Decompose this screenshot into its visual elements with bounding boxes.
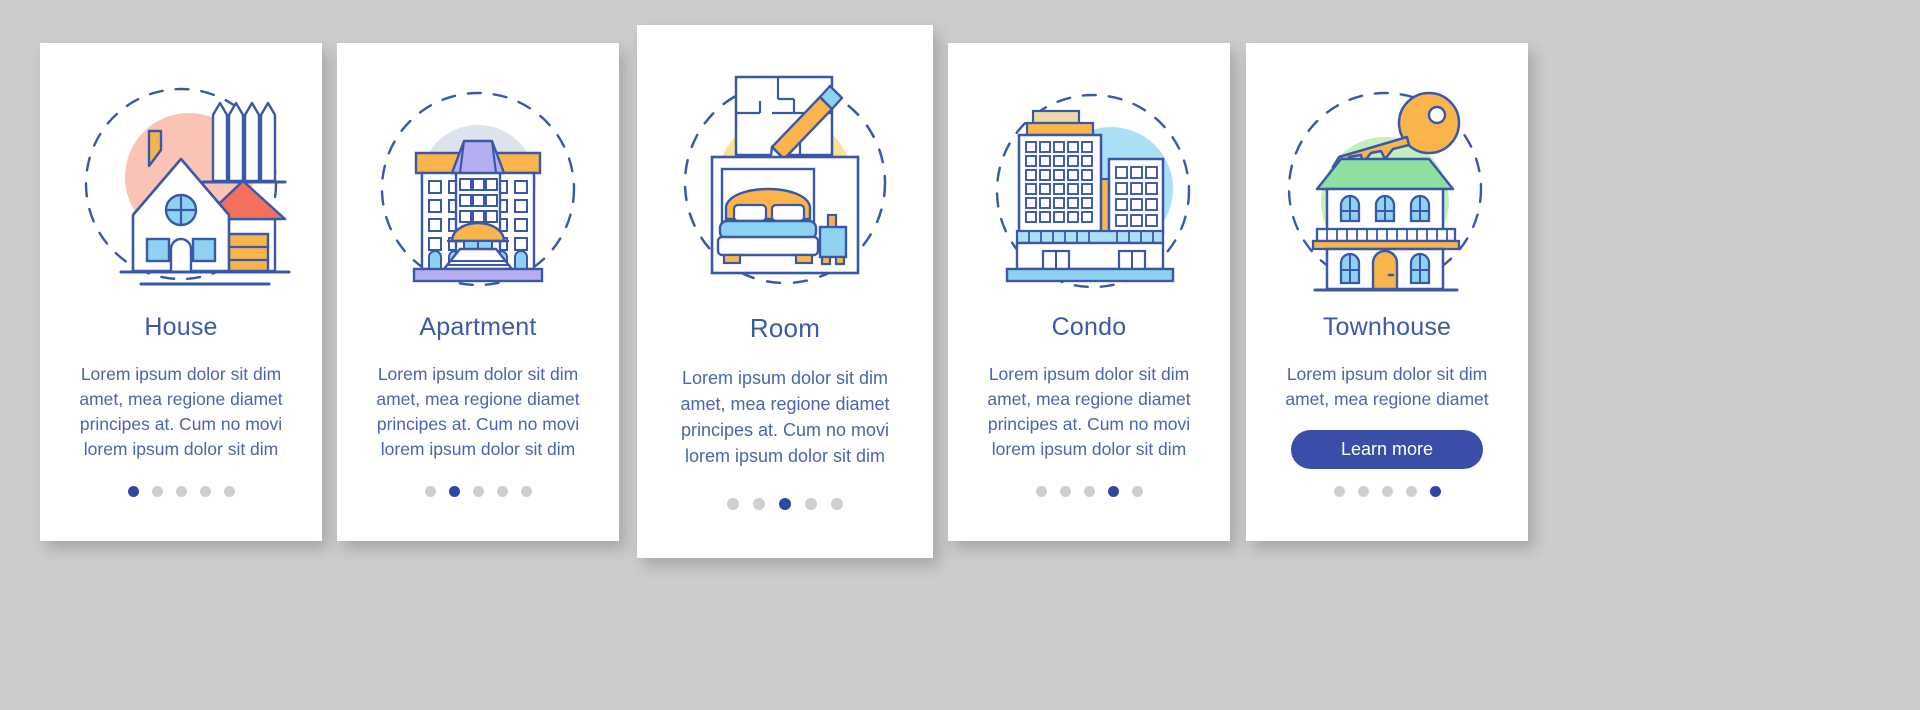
pagination-dot-1[interactable] (1035, 486, 1047, 497)
learn-more-button[interactable]: Learn more (1291, 430, 1483, 469)
pagination-dot-2[interactable] (151, 486, 163, 497)
pagination-dot-3[interactable] (779, 498, 791, 510)
pagination-dot-5[interactable] (520, 486, 532, 497)
apartment-illustration (360, 71, 596, 307)
onboarding-card-apartment[interactable]: Apartment Lorem ipsum dolor sit dim amet… (337, 43, 619, 541)
pagination-dot-2[interactable] (1357, 486, 1369, 497)
pagination-dots[interactable] (127, 486, 235, 497)
pagination-dot-1[interactable] (424, 486, 436, 497)
pagination-dot-5[interactable] (831, 498, 843, 510)
onboarding-screens-stage: House Lorem ipsum dolor sit dim amet, me… (0, 0, 1920, 710)
pagination-dot-3[interactable] (1381, 486, 1393, 497)
pagination-dot-4[interactable] (496, 486, 508, 497)
pagination-dot-5[interactable] (1429, 486, 1441, 497)
pagination-dot-2[interactable] (448, 486, 460, 497)
card-body-text: Lorem ipsum dolor sit dim amet, mea regi… (987, 364, 1191, 459)
pagination-dot-4[interactable] (1405, 486, 1417, 497)
pagination-dots[interactable] (1035, 486, 1143, 497)
card-body-text: Lorem ipsum dolor sit dim amet, mea regi… (376, 364, 580, 459)
card-title: Apartment (419, 313, 537, 341)
onboarding-card-townhouse[interactable]: Townhouse Lorem ipsum dolor sit dim amet… (1246, 43, 1528, 541)
onboarding-card-house[interactable]: House Lorem ipsum dolor sit dim amet, me… (40, 43, 322, 541)
pagination-dot-3[interactable] (472, 486, 484, 497)
card-title: House (144, 313, 218, 341)
card-body-text: Lorem ipsum dolor sit dim amet, mea regi… (79, 364, 283, 459)
room-illustration (660, 55, 910, 305)
card-title: Room (749, 313, 821, 343)
house-illustration (63, 71, 299, 307)
condo-illustration (971, 71, 1207, 307)
pagination-dots[interactable] (424, 486, 532, 497)
pagination-dot-4[interactable] (805, 498, 817, 510)
pagination-dot-1[interactable] (127, 486, 139, 497)
card-body-text: Lorem ipsum dolor sit dim amet, mea regi… (1285, 364, 1489, 409)
pagination-dot-1[interactable] (727, 498, 739, 510)
pagination-dots[interactable] (1333, 486, 1441, 497)
pagination-dot-4[interactable] (1107, 486, 1119, 497)
pagination-dot-3[interactable] (1083, 486, 1095, 497)
pagination-dot-5[interactable] (1131, 486, 1143, 497)
onboarding-card-condo[interactable]: Condo Lorem ipsum dolor sit dim amet, me… (948, 43, 1230, 541)
pagination-dot-2[interactable] (1059, 486, 1071, 497)
pagination-dot-1[interactable] (1333, 486, 1345, 497)
card-body-text: Lorem ipsum dolor sit dim amet, mea regi… (680, 368, 890, 466)
townhouse-illustration (1269, 71, 1505, 307)
pagination-dot-4[interactable] (199, 486, 211, 497)
pagination-dot-5[interactable] (223, 486, 235, 497)
card-title: Townhouse (1322, 313, 1452, 341)
card-title: Condo (1051, 313, 1127, 341)
pagination-dot-2[interactable] (753, 498, 765, 510)
pagination-dots[interactable] (727, 498, 843, 510)
onboarding-card-room[interactable]: Room Lorem ipsum dolor sit dim amet, mea… (637, 25, 933, 558)
pagination-dot-3[interactable] (175, 486, 187, 497)
